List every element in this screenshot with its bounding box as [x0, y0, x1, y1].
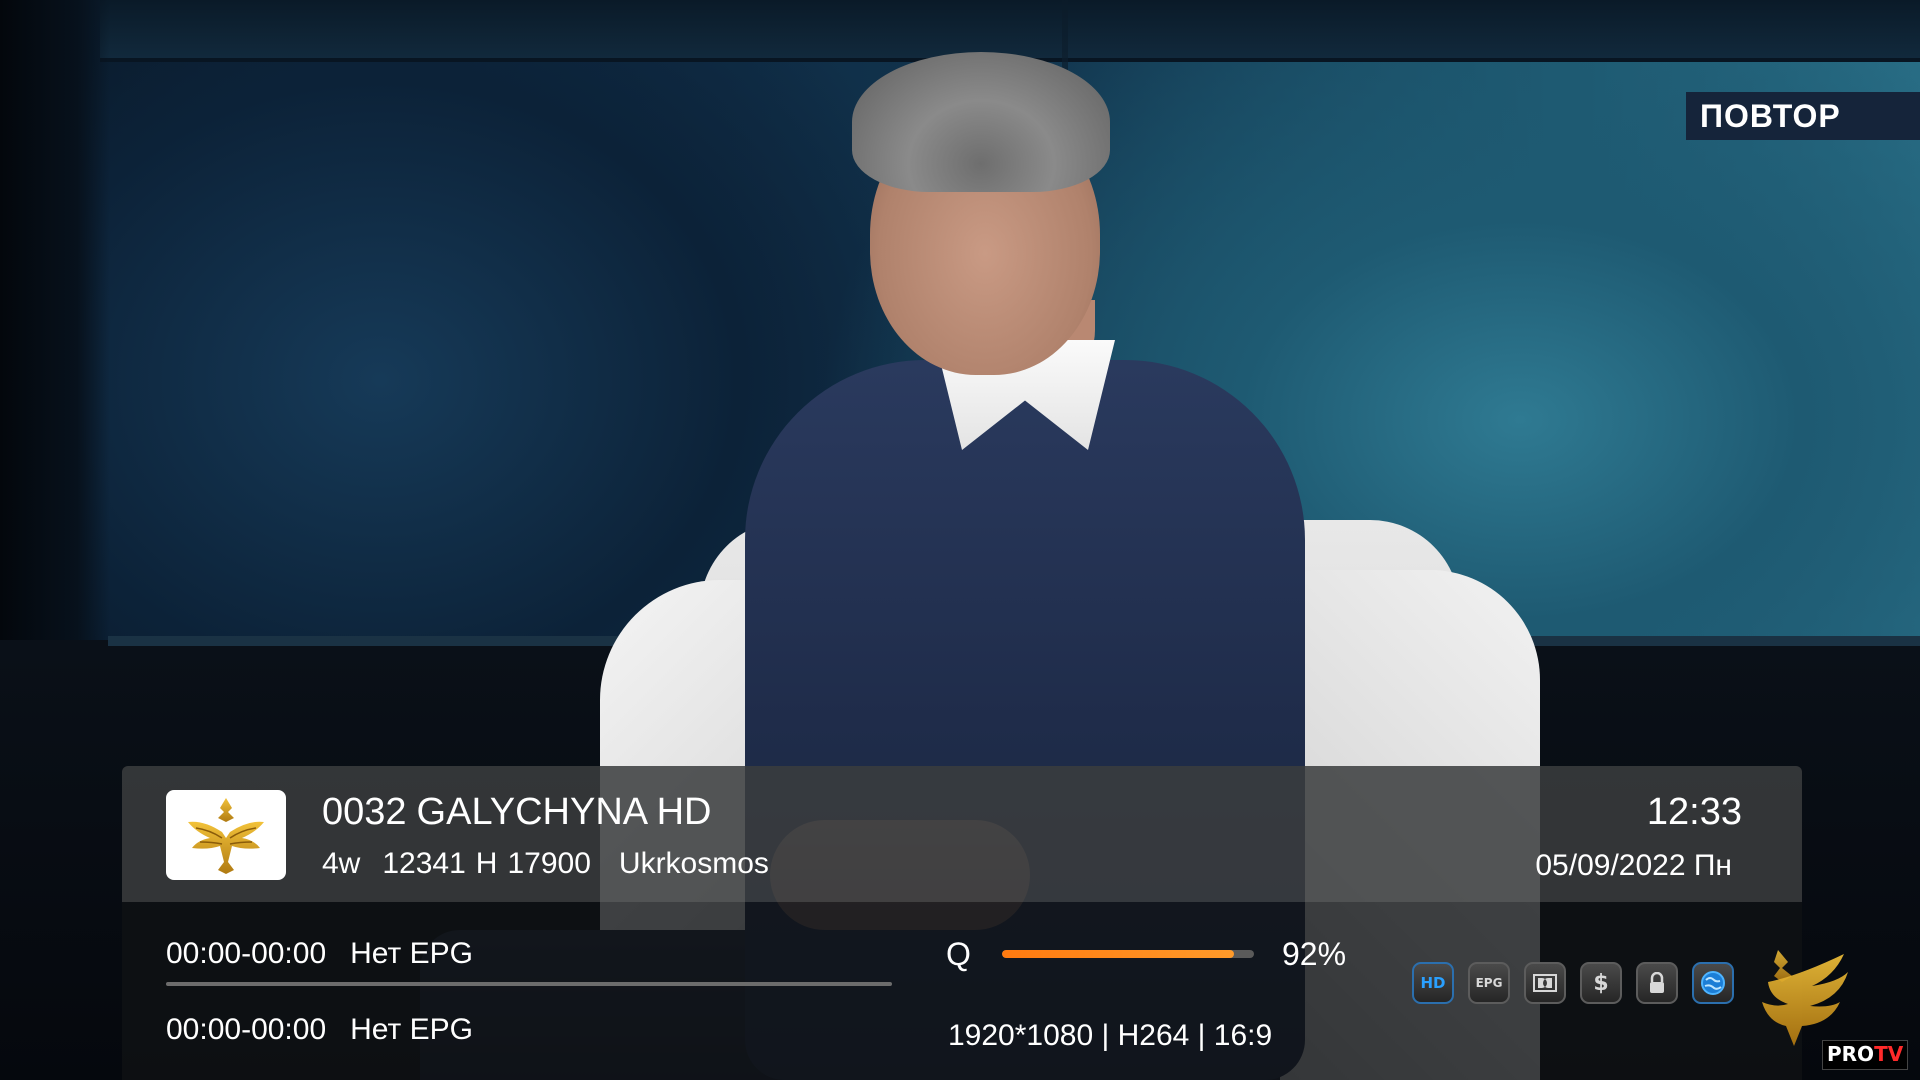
epg-time: 00:00-00:00	[166, 937, 327, 970]
epg-current-program: 00:00-00:00 Нет EPG	[166, 936, 473, 972]
channel-title: 0032 GALYCHYNA HD	[322, 790, 721, 834]
signal-quality-fill	[1002, 950, 1234, 958]
transponder-frequency: 12341	[382, 847, 466, 880]
epg-time: 00:00-00:00	[166, 1013, 327, 1046]
epg-title: Нет EPG	[350, 937, 473, 970]
transponder-symbol-rate: 17900	[507, 847, 591, 880]
channel-watermark-emblem-icon	[1762, 950, 1848, 1046]
protv-watermark: PROTV	[1822, 1040, 1909, 1070]
dolby-glyph	[1533, 974, 1557, 992]
signal-quality-bar	[1002, 950, 1254, 958]
repeat-badge: ПОВТОР	[1686, 92, 1920, 140]
epg-title: Нет EPG	[350, 1013, 473, 1046]
status-icons: HD EPG $	[1412, 962, 1734, 1004]
galychyna-eagle-icon	[188, 798, 264, 874]
epg-next-program: 00:00-00:00 Нет EPG	[166, 1012, 473, 1048]
transponder-polarization: H	[475, 847, 498, 880]
channel-number: 0032	[322, 791, 407, 833]
signal-quality-label: Q	[946, 936, 971, 972]
globe-glyph	[1701, 971, 1725, 995]
person-hair	[852, 52, 1110, 192]
satellite-position: 4w	[322, 847, 361, 880]
tv-screen: ПОВТОР 0032 GALYCHYNA HD 4w 12341 H 17900 Ukr…	[0, 0, 1920, 1080]
scrambled-dollar-icon: $	[1580, 962, 1622, 1004]
hd-icon: HD	[1412, 962, 1454, 1004]
satellite-globe-icon	[1692, 962, 1734, 1004]
protv-watermark-pro: PRO	[1827, 1042, 1875, 1066]
signal-quality-value: 92%	[1282, 936, 1347, 972]
clock-time: 12:33	[1646, 791, 1742, 833]
epg-icon: EPG	[1468, 962, 1510, 1004]
channel-name: GALYCHYNA HD	[416, 791, 712, 833]
studio-panel-top	[100, 0, 1920, 62]
channel-logo	[166, 790, 286, 880]
lock-icon	[1636, 962, 1678, 1004]
epg-progress-bar	[166, 982, 892, 986]
transponder-info: 4w 12341 H 17900 Ukrkosmos	[322, 846, 791, 882]
dolby-icon	[1524, 962, 1566, 1004]
clock-date: 05/09/2022 Пн	[1535, 849, 1732, 882]
lock-glyph	[1650, 972, 1664, 993]
channel-provider: Ukrkosmos	[618, 847, 769, 880]
protv-watermark-tv: TV	[1874, 1042, 1904, 1066]
video-format-info: 1920*1080 | H264 | 16:9	[948, 1019, 1273, 1052]
